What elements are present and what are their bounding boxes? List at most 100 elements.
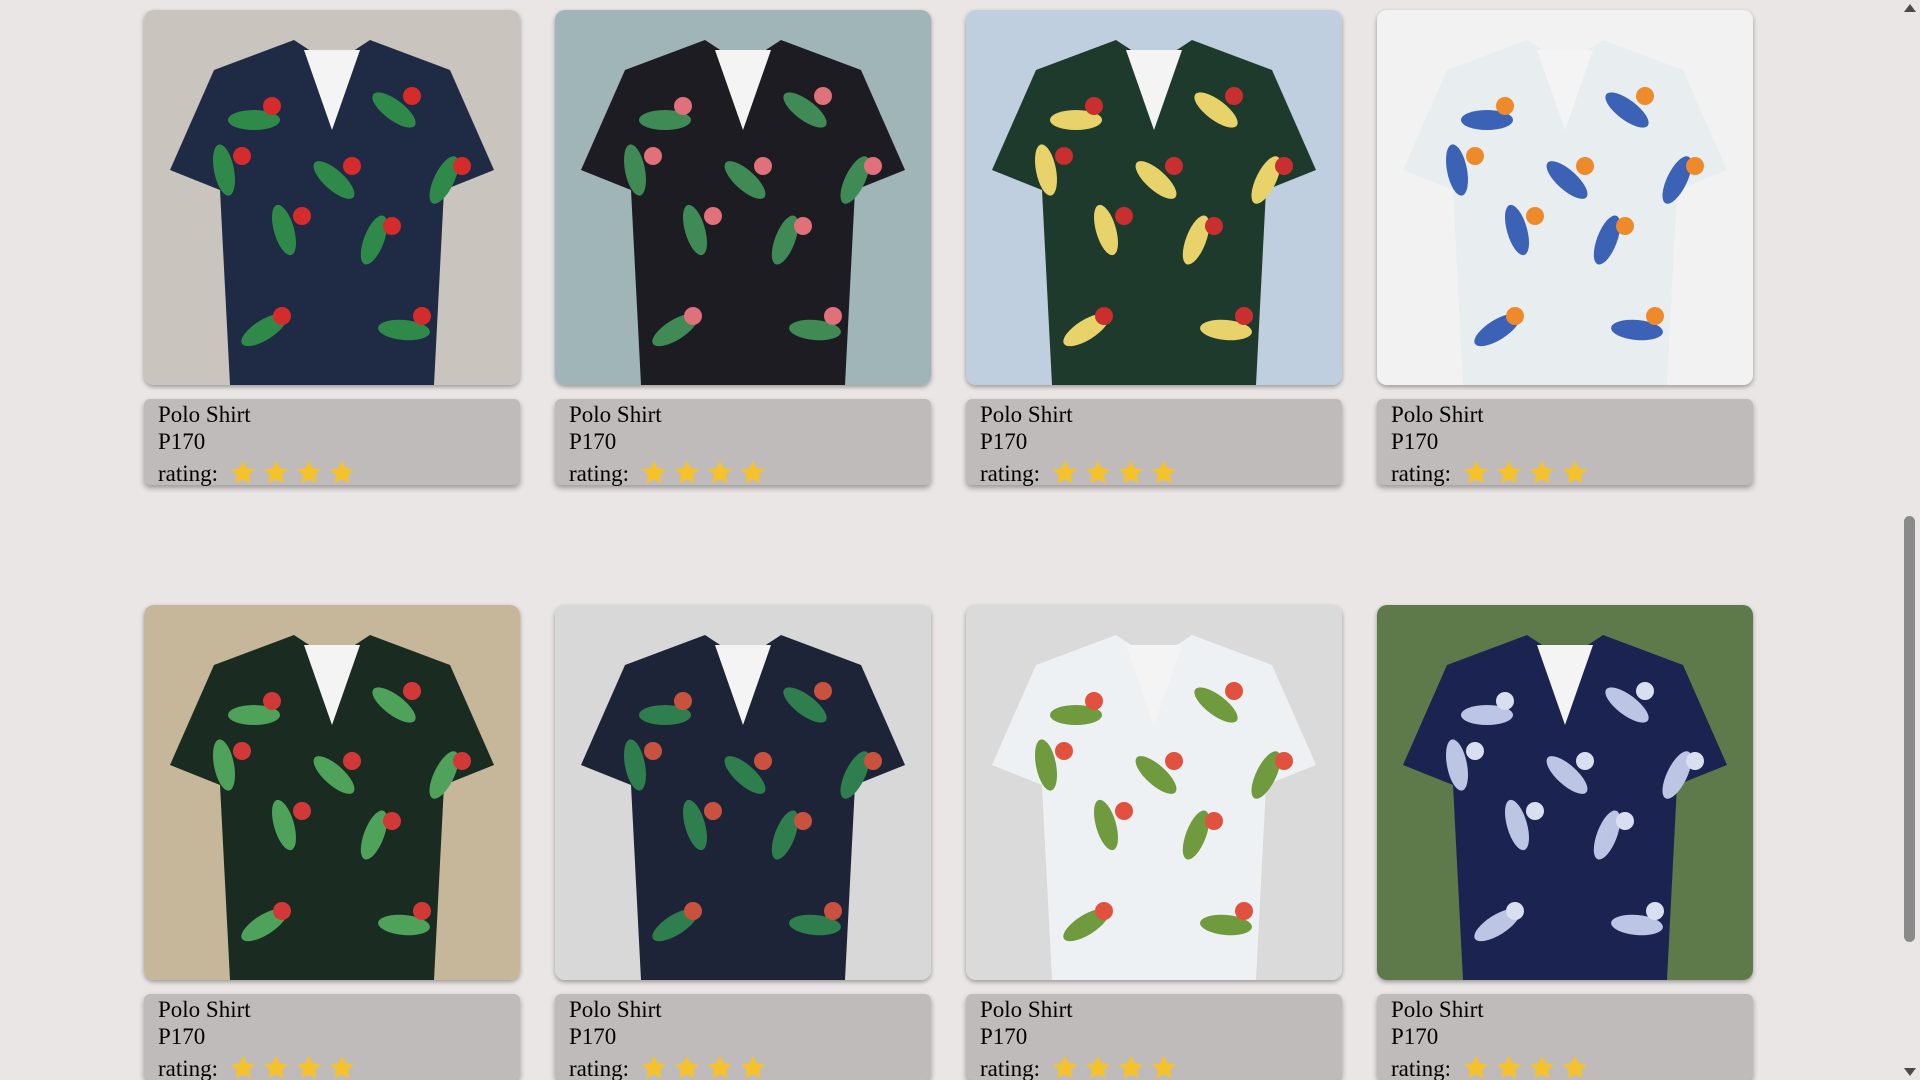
product-name: Polo Shirt bbox=[569, 997, 662, 1022]
shirt-photo-icon bbox=[1377, 10, 1753, 385]
rating-stars bbox=[639, 458, 771, 488]
rating-row: rating: bbox=[569, 458, 917, 488]
star-icon bbox=[708, 460, 733, 484]
star-icon bbox=[264, 1055, 289, 1079]
rating-row: rating: bbox=[1391, 1053, 1739, 1080]
star-icon bbox=[1152, 1055, 1177, 1079]
product-card[interactable]: Polo Shirt P170 rating: bbox=[1377, 605, 1753, 1080]
product-card[interactable]: Polo Shirt P170 rating: bbox=[966, 10, 1342, 488]
star-icon bbox=[1563, 1055, 1588, 1079]
product-card[interactable]: Polo Shirt P170 rating: bbox=[966, 605, 1342, 1080]
product-price: P170 bbox=[569, 429, 617, 454]
product-image[interactable] bbox=[555, 10, 931, 385]
star-icon bbox=[1497, 1055, 1522, 1079]
product-image[interactable] bbox=[966, 10, 1342, 385]
star-icon bbox=[675, 1055, 700, 1079]
rating-stars bbox=[1050, 458, 1182, 488]
star-icon bbox=[741, 460, 766, 484]
shirt-photo-icon bbox=[144, 605, 520, 980]
rating-stars bbox=[1461, 1053, 1593, 1080]
product-price: P170 bbox=[1391, 1024, 1439, 1049]
star-icon bbox=[1152, 460, 1177, 484]
product-card[interactable]: Polo Shirt P170 rating: bbox=[1377, 10, 1753, 488]
rating-label: rating: bbox=[158, 1055, 219, 1080]
star-icon bbox=[330, 460, 355, 484]
product-image[interactable] bbox=[1377, 605, 1753, 980]
star-icon bbox=[1563, 460, 1588, 484]
shirt-photo-icon bbox=[555, 605, 931, 980]
product-name: Polo Shirt bbox=[158, 997, 251, 1022]
star-icon bbox=[1530, 1055, 1555, 1079]
product-name: Polo Shirt bbox=[1391, 997, 1484, 1022]
product-name: Polo Shirt bbox=[980, 997, 1073, 1022]
product-price: P170 bbox=[158, 1024, 206, 1049]
scroll-thumb[interactable] bbox=[1904, 516, 1915, 942]
rating-label: rating: bbox=[569, 460, 630, 486]
shirt-photo-icon bbox=[555, 10, 931, 385]
star-icon bbox=[297, 1055, 322, 1079]
star-icon bbox=[231, 1055, 256, 1079]
rating-row: rating: bbox=[980, 1053, 1328, 1080]
product-info: Polo Shirt P170 rating: bbox=[966, 994, 1342, 1080]
star-icon bbox=[1119, 1055, 1144, 1079]
star-icon bbox=[1053, 460, 1078, 484]
product-card[interactable]: Polo Shirt P170 rating: bbox=[555, 605, 931, 1080]
rating-row: rating: bbox=[569, 1053, 917, 1080]
rating-label: rating: bbox=[980, 460, 1041, 486]
rating-stars bbox=[639, 1053, 771, 1080]
star-icon bbox=[297, 460, 322, 484]
star-icon bbox=[675, 460, 700, 484]
scroll-down-arrow-icon[interactable] bbox=[1904, 1068, 1916, 1076]
scroll-up-arrow-icon[interactable] bbox=[1904, 4, 1916, 12]
rating-label: rating: bbox=[1391, 460, 1452, 486]
product-grid: Polo Shirt P170 rating: Polo Shirt P170 … bbox=[144, 10, 1774, 1080]
product-image[interactable] bbox=[966, 605, 1342, 980]
product-price: P170 bbox=[569, 1024, 617, 1049]
rating-stars bbox=[228, 458, 360, 488]
rating-label: rating: bbox=[158, 460, 219, 486]
star-icon bbox=[642, 460, 667, 484]
star-icon bbox=[708, 1055, 733, 1079]
product-price: P170 bbox=[980, 1024, 1028, 1049]
rating-row: rating: bbox=[980, 458, 1328, 488]
rating-row: rating: bbox=[158, 458, 506, 488]
product-info: Polo Shirt P170 rating: bbox=[1377, 994, 1753, 1080]
rating-stars bbox=[1050, 1053, 1182, 1080]
product-info: Polo Shirt P170 rating: bbox=[1377, 399, 1753, 488]
star-icon bbox=[1464, 460, 1489, 484]
rating-stars bbox=[1461, 458, 1593, 488]
star-icon bbox=[231, 460, 256, 484]
rating-label: rating: bbox=[980, 1055, 1041, 1080]
shirt-photo-icon bbox=[144, 10, 520, 385]
product-price: P170 bbox=[980, 429, 1028, 454]
rating-row: rating: bbox=[158, 1053, 506, 1080]
star-icon bbox=[1086, 460, 1111, 484]
product-image[interactable] bbox=[144, 10, 520, 385]
star-icon bbox=[264, 460, 289, 484]
shirt-photo-icon bbox=[966, 605, 1342, 980]
rating-row: rating: bbox=[1391, 458, 1739, 488]
product-info: Polo Shirt P170 rating: bbox=[555, 994, 931, 1080]
product-price: P170 bbox=[158, 429, 206, 454]
rating-label: rating: bbox=[1391, 1055, 1452, 1080]
product-page: Polo Shirt P170 rating: Polo Shirt P170 … bbox=[0, 0, 1920, 1080]
product-card[interactable]: Polo Shirt P170 rating: bbox=[555, 10, 931, 488]
product-price: P170 bbox=[1391, 429, 1439, 454]
product-info: Polo Shirt P170 rating: bbox=[966, 399, 1342, 488]
star-icon bbox=[1497, 460, 1522, 484]
rating-label: rating: bbox=[569, 1055, 630, 1080]
star-icon bbox=[1053, 1055, 1078, 1079]
product-image[interactable] bbox=[555, 605, 931, 980]
star-icon bbox=[1530, 460, 1555, 484]
product-card[interactable]: Polo Shirt P170 rating: bbox=[144, 10, 520, 488]
product-image[interactable] bbox=[1377, 10, 1753, 385]
product-name: Polo Shirt bbox=[1391, 402, 1484, 427]
vertical-scrollbar[interactable] bbox=[1900, 0, 1920, 1080]
star-icon bbox=[741, 1055, 766, 1079]
product-info: Polo Shirt P170 rating: bbox=[144, 994, 520, 1080]
shirt-photo-icon bbox=[1377, 605, 1753, 980]
product-image[interactable] bbox=[144, 605, 520, 980]
product-info: Polo Shirt P170 rating: bbox=[144, 399, 520, 488]
product-card[interactable]: Polo Shirt P170 rating: bbox=[144, 605, 520, 1080]
product-name: Polo Shirt bbox=[569, 402, 662, 427]
